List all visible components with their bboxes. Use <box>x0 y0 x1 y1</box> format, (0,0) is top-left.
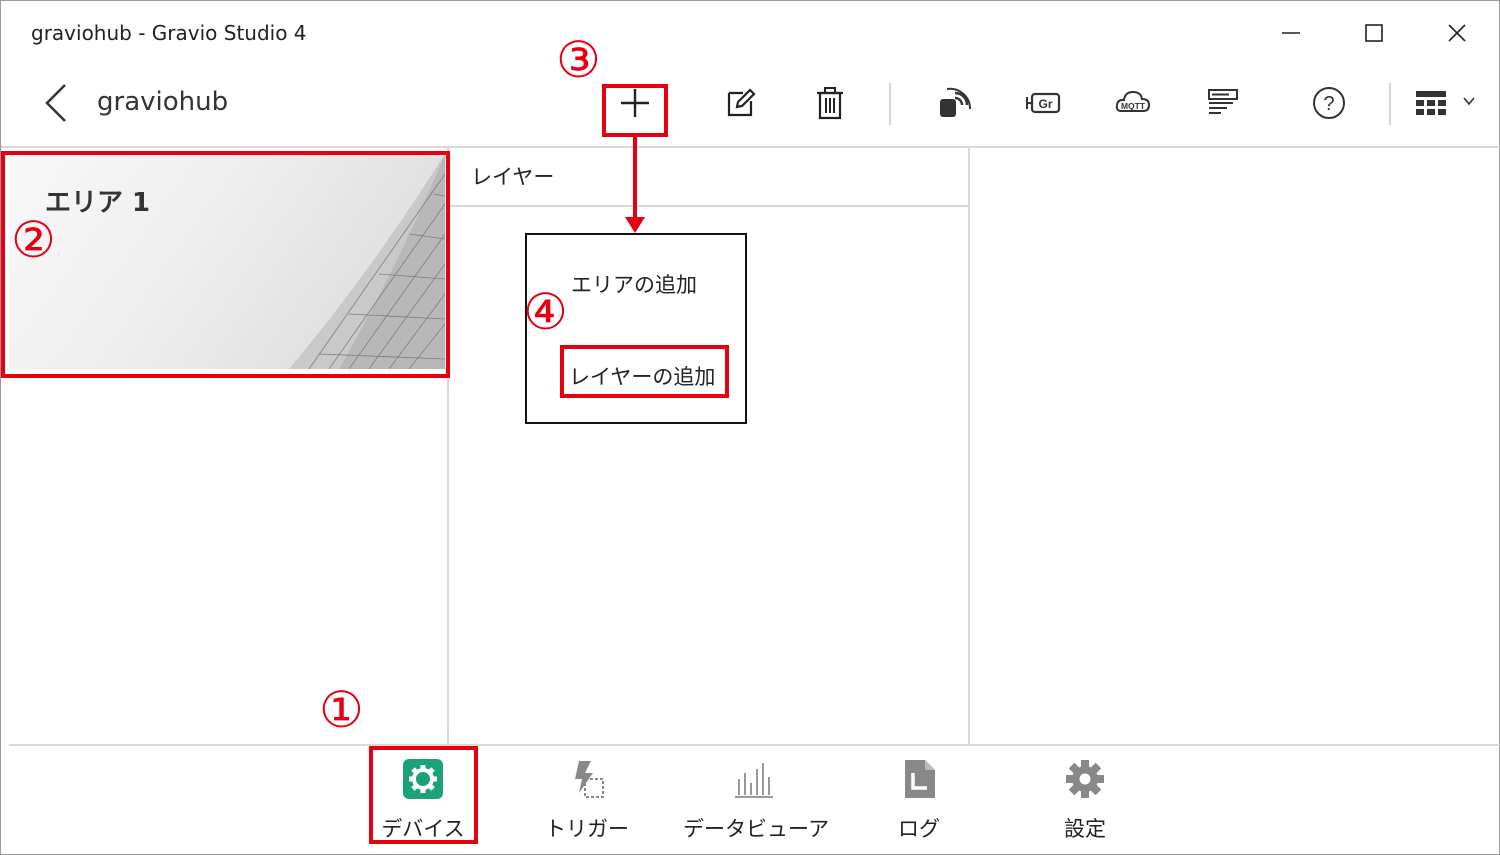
trigger-icon <box>575 761 604 798</box>
bottom-nav-divider <box>9 744 1500 746</box>
nav-log[interactable]: ログ <box>849 753 989 843</box>
data-viewer-icon <box>735 763 773 798</box>
maximize-button[interactable] <box>1354 13 1394 53</box>
layer-header: レイヤー <box>471 165 555 189</box>
nav-data-viewer-label: データビューア <box>683 817 830 841</box>
delete-button[interactable] <box>806 79 854 127</box>
sensor-icon <box>940 87 971 117</box>
back-button[interactable] <box>37 81 77 125</box>
callout-box-add-layer <box>560 345 729 398</box>
toolbar-separator <box>889 83 891 125</box>
maximize-icon <box>1365 24 1383 42</box>
callout-arrowhead <box>625 217 645 233</box>
minimize-button[interactable] <box>1271 13 1311 53</box>
minimize-icon <box>1282 32 1300 34</box>
mqtt-icon: MQTT <box>1115 90 1151 112</box>
edit-icon <box>727 88 756 117</box>
close-button[interactable] <box>1437 13 1477 53</box>
list-icon <box>1208 89 1238 114</box>
add-area-item[interactable]: エリアの追加 <box>571 269 697 299</box>
layer-header-divider <box>449 205 968 207</box>
callout-box-add <box>602 84 668 137</box>
callout-box-devices <box>369 746 478 844</box>
gateway-icon: Gr <box>1026 92 1061 114</box>
callout-arrow <box>633 135 637 219</box>
delete-icon <box>817 87 843 120</box>
chevron-left-icon <box>45 84 66 122</box>
app-window: graviohub - Gravio Studio 4 graviohub Gr… <box>0 0 1500 855</box>
callout-number-2: ② <box>11 211 56 269</box>
chevron-down-icon[interactable] <box>1461 93 1477 109</box>
gateway-button[interactable]: Gr <box>1019 79 1067 127</box>
edit-button[interactable] <box>717 79 765 127</box>
settings-icon <box>1066 760 1104 798</box>
callout-number-1: ① <box>319 681 364 739</box>
window-title: graviohub - Gravio Studio 4 <box>31 21 307 45</box>
callout-number-3: ③ <box>556 31 601 89</box>
nav-log-label: ログ <box>898 817 940 841</box>
mqtt-button[interactable]: MQTT <box>1109 79 1157 127</box>
nav-settings-label: 設定 <box>1064 817 1106 841</box>
help-button[interactable]: ? <box>1305 79 1353 127</box>
log-icon <box>905 760 935 798</box>
toolbar-separator <box>1389 83 1391 125</box>
title-bar: graviohub - Gravio Studio 4 <box>1 1 1500 63</box>
nav-settings[interactable]: 設定 <box>1015 753 1155 843</box>
help-icon: ? <box>1313 87 1345 119</box>
sensor-button[interactable] <box>929 79 977 127</box>
toolbar-divider <box>1 146 1500 148</box>
help-label: ? <box>1323 93 1334 115</box>
callout-number-4: ④ <box>523 283 568 341</box>
nav-data-viewer[interactable]: データビューア <box>683 753 830 843</box>
page-title: graviohub <box>97 87 229 117</box>
callout-box-area <box>1 151 450 378</box>
nav-trigger[interactable]: トリガー <box>517 753 657 843</box>
nav-trigger-label: トリガー <box>545 817 629 841</box>
gateway-label: Gr <box>1038 97 1052 111</box>
view-icon <box>1416 91 1446 115</box>
layer-panel-divider <box>968 148 970 744</box>
list-button[interactable] <box>1199 79 1247 127</box>
view-button[interactable] <box>1407 79 1455 127</box>
toolbar: graviohub Gr MQTT ? <box>1 63 1500 147</box>
mqtt-label: MQTT <box>1121 101 1146 111</box>
close-icon <box>1448 24 1466 42</box>
